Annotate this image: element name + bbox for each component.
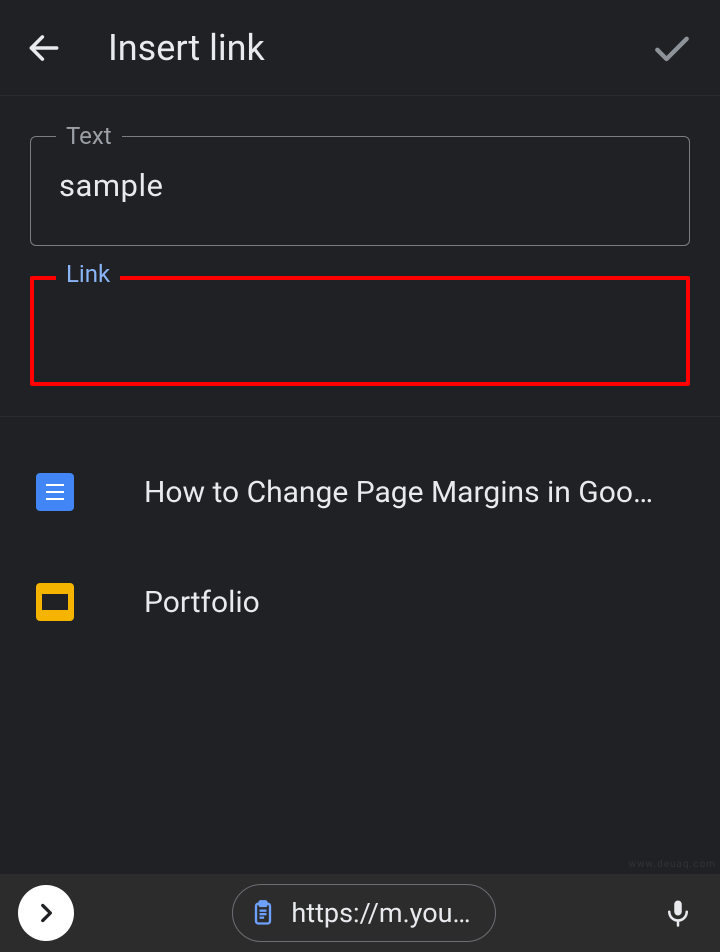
clipboard-chip[interactable]: https://m.you… (232, 884, 495, 942)
suggestion-item[interactable]: How to Change Page Margins in Goo… (0, 437, 720, 547)
keyboard-suggestion-bar: https://m.you… (0, 874, 720, 952)
suggestions-list: How to Change Page Margins in Goo… Portf… (0, 417, 720, 657)
confirm-button[interactable] (644, 20, 700, 76)
text-field-label: Text (56, 122, 122, 150)
back-button[interactable] (20, 24, 68, 72)
page-title: Insert link (108, 27, 644, 69)
text-field[interactable]: Text sample (30, 136, 690, 246)
clipboard-icon (247, 897, 279, 929)
voice-input-button[interactable] (654, 889, 702, 937)
clipboard-text: https://m.you… (291, 897, 470, 929)
text-field-value: sample (59, 167, 163, 204)
header: Insert link (0, 0, 720, 96)
suggestion-label: Portfolio (144, 585, 684, 620)
expand-button[interactable] (18, 885, 74, 941)
form-area: Text sample Link (0, 96, 720, 417)
link-input[interactable] (62, 306, 658, 343)
check-icon (650, 26, 694, 70)
chevron-right-icon (33, 900, 59, 926)
arrow-left-icon (25, 29, 63, 67)
slides-icon (36, 583, 74, 621)
suggestion-item[interactable]: Portfolio (0, 547, 720, 657)
docs-icon (36, 473, 74, 511)
link-field[interactable]: Link (30, 276, 690, 386)
suggestion-label: How to Change Page Margins in Goo… (144, 475, 684, 510)
link-field-label: Link (56, 260, 120, 288)
watermark: www.deuaq.com (629, 859, 717, 870)
microphone-icon (663, 898, 693, 928)
